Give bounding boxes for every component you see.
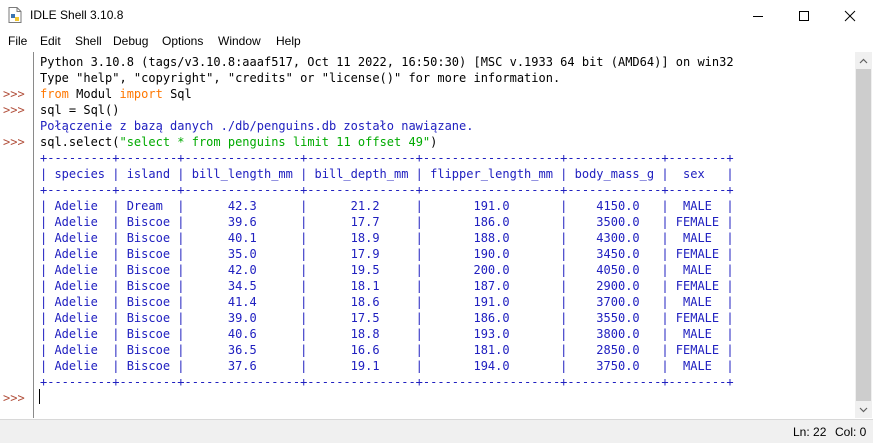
- table-row: | Adelie | Biscoe | 41.4 | 18.6 | 191.0 …: [40, 295, 734, 309]
- code-text: ): [430, 135, 438, 149]
- column-indicator: Col: 0: [835, 425, 867, 439]
- banner-line: Python 3.10.8 (tags/v3.10.8:aaaf517, Oct…: [40, 55, 734, 69]
- menu-edit[interactable]: Edit: [40, 34, 61, 48]
- menu-options[interactable]: Options: [162, 34, 203, 48]
- code-text: Modul: [68, 87, 120, 101]
- table-border: +---------+--------+----------------+---…: [40, 151, 734, 165]
- vertical-scrollbar[interactable]: [855, 52, 872, 418]
- maximize-icon: [799, 10, 809, 21]
- line-indicator: Ln: 22: [793, 425, 827, 439]
- prompt-marker: >>>: [3, 135, 25, 149]
- maximize-button[interactable]: [781, 0, 827, 31]
- command-line: sql = Sql(): [40, 103, 120, 117]
- scroll-up-button[interactable]: [855, 52, 872, 69]
- command-line: sql.select("select * from penguins limit…: [40, 134, 437, 150]
- menu-window[interactable]: Window: [218, 34, 261, 48]
- table-row: | Adelie | Biscoe | 39.6 | 17.7 | 186.0 …: [40, 215, 734, 229]
- chevron-down-icon: [859, 407, 868, 412]
- title-bar[interactable]: IDLE Shell 3.10.8: [0, 0, 873, 31]
- table-row: | Adelie | Biscoe | 42.0 | 19.5 | 200.0 …: [40, 263, 734, 277]
- prompt-marker: >>>: [3, 391, 25, 405]
- table-row: | Adelie | Biscoe | 39.0 | 17.5 | 186.0 …: [40, 311, 734, 325]
- menu-shell[interactable]: Shell: [75, 34, 102, 48]
- window-title: IDLE Shell 3.10.8: [30, 8, 124, 22]
- table-row: | Adelie | Biscoe | 40.1 | 18.9 | 188.0 …: [40, 231, 734, 245]
- chevron-up-icon: [859, 58, 868, 63]
- prompt-marker: >>>: [3, 103, 25, 117]
- table-row: | Adelie | Biscoe | 40.6 | 18.8 | 193.0 …: [40, 327, 734, 341]
- table-row: | Adelie | Biscoe | 36.5 | 16.6 | 181.0 …: [40, 343, 734, 357]
- scroll-down-button[interactable]: [855, 401, 872, 418]
- table-row: | Adelie | Biscoe | 35.0 | 17.9 | 190.0 …: [40, 247, 734, 261]
- table-row: | Adelie | Biscoe | 37.6 | 19.1 | 194.0 …: [40, 359, 734, 373]
- prompt-marker: >>>: [3, 87, 25, 101]
- menu-debug[interactable]: Debug: [113, 34, 148, 48]
- string-literal: "select * from penguins limit 11 offset …: [119, 135, 431, 149]
- menu-file[interactable]: File: [8, 34, 27, 48]
- menu-help[interactable]: Help: [276, 34, 301, 48]
- minimize-button[interactable]: [735, 0, 781, 31]
- status-bar: Ln: 22 Col: 0: [0, 419, 873, 443]
- idle-app-icon: [8, 7, 22, 23]
- close-button[interactable]: [827, 0, 873, 31]
- prompt-gutter: >>> >>> >>> >>>: [0, 52, 33, 418]
- keyword-from: from: [40, 87, 69, 101]
- output-line: Połączenie z bazą danych ./db/penguins.d…: [40, 119, 474, 133]
- shell-text-area[interactable]: Python 3.10.8 (tags/v3.10.8:aaaf517, Oct…: [34, 52, 855, 418]
- code-text: sql.select(: [40, 135, 120, 149]
- command-line: from Modul import Sql: [40, 86, 192, 102]
- table-row: | Adelie | Dream | 42.3 | 21.2 | 191.0 |…: [40, 199, 734, 213]
- table-border: +---------+--------+----------------+---…: [40, 375, 734, 389]
- keyword-import: import: [119, 87, 163, 101]
- banner-line: Type "help", "copyright", "credits" or "…: [40, 71, 561, 85]
- scrollbar-thumb[interactable]: [856, 69, 871, 401]
- text-cursor: [39, 389, 40, 404]
- close-icon: [844, 10, 856, 21]
- minimize-icon: [753, 15, 763, 17]
- menu-bar: File Edit Shell Debug Options Window Hel…: [0, 31, 873, 51]
- code-text: Sql: [162, 87, 192, 101]
- table-row: | Adelie | Biscoe | 34.5 | 18.1 | 187.0 …: [40, 279, 734, 293]
- table-border: +---------+--------+----------------+---…: [40, 183, 734, 197]
- table-header: | species | island | bill_length_mm | bi…: [40, 167, 734, 181]
